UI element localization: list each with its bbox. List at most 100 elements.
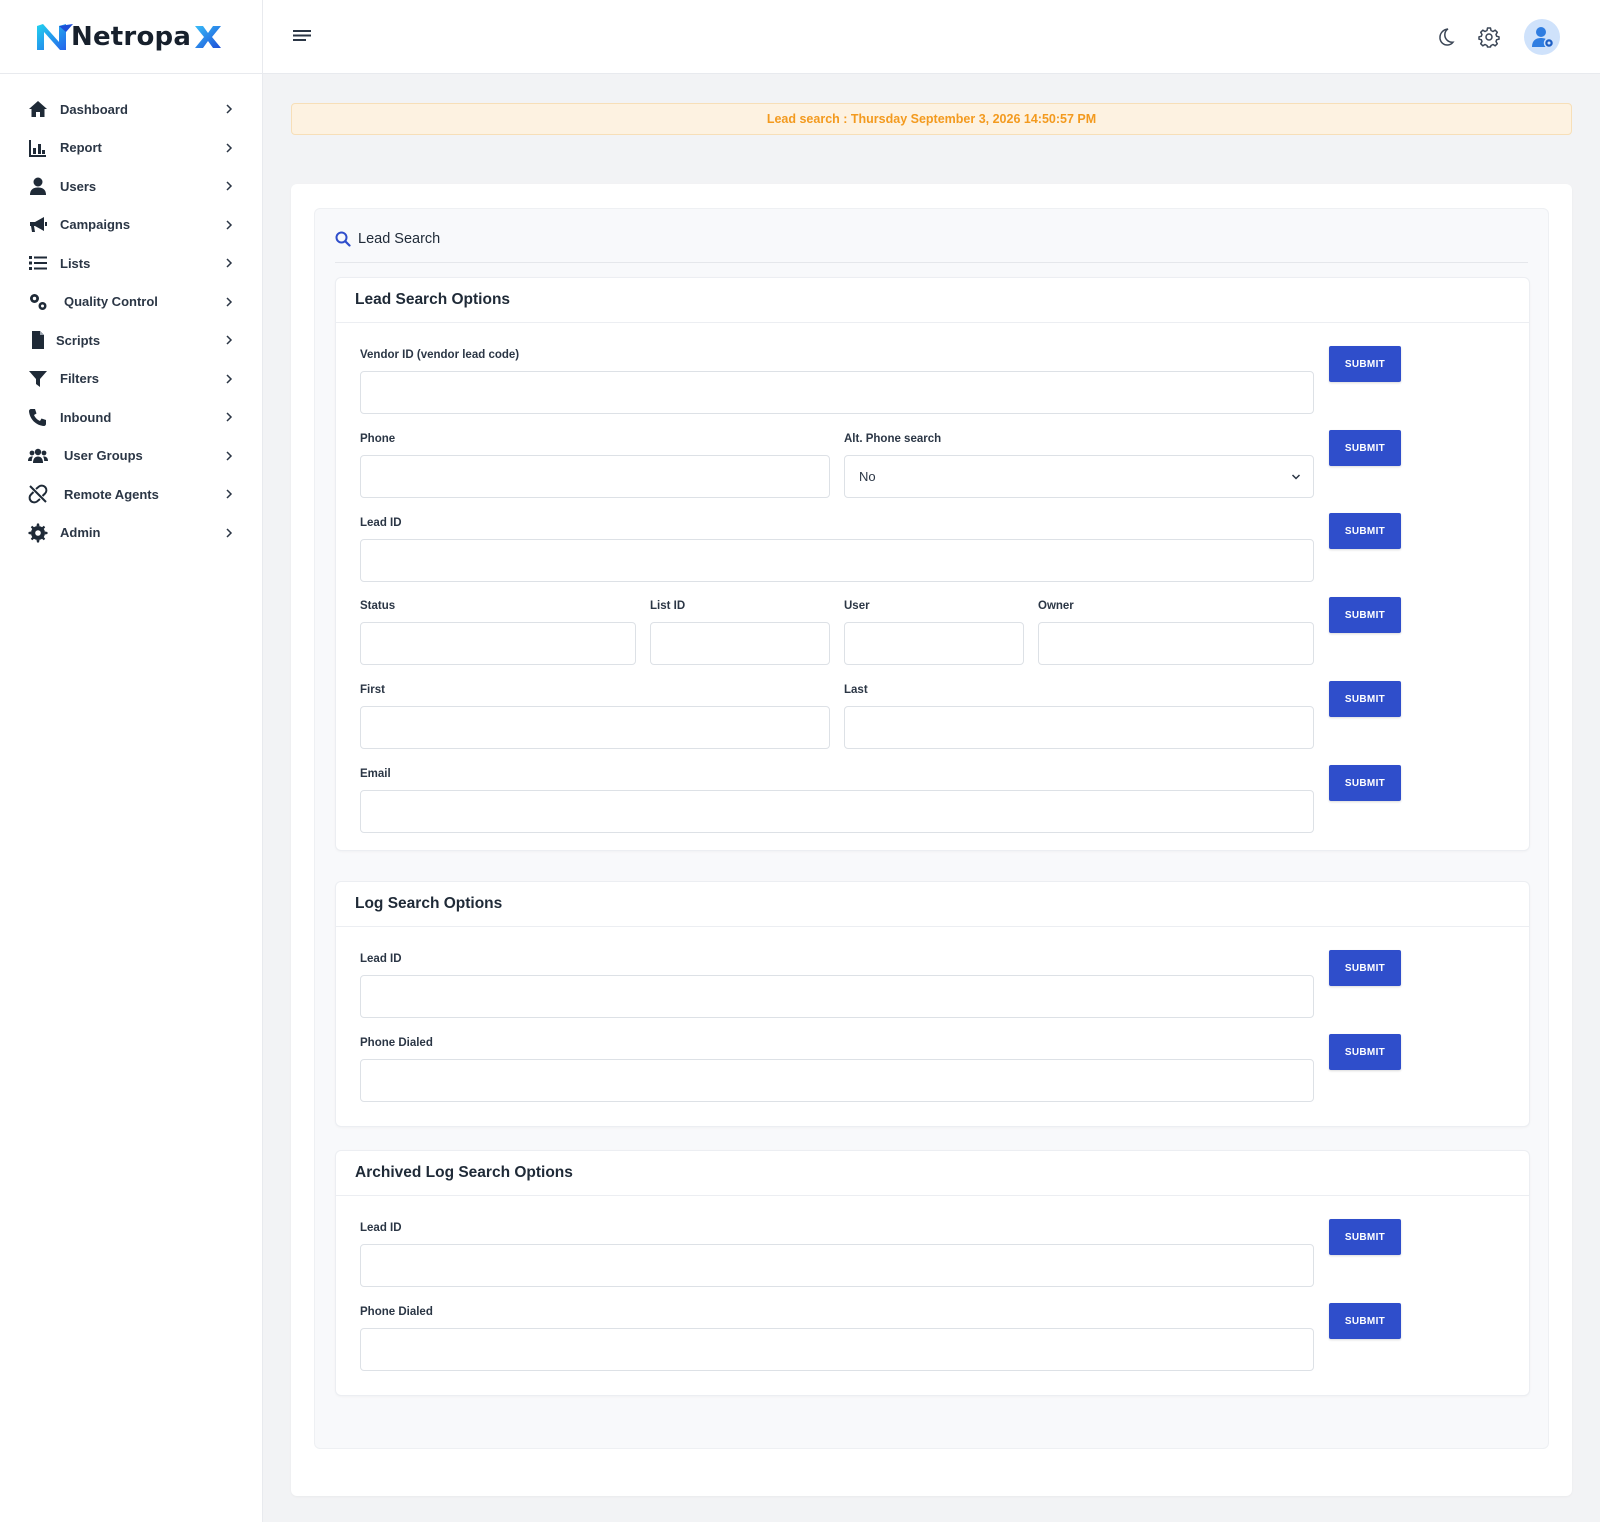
status-label: Status [360, 600, 396, 612]
logo[interactable]: Netropa [0, 0, 262, 74]
sidebar-item-label: Filters [60, 371, 100, 387]
phone-icon [28, 407, 48, 427]
vendor-id-label: Vendor ID (vendor lead code) [360, 349, 520, 361]
section-title: Archived Log Search Options [336, 1151, 1529, 1196]
cogs-icon [28, 292, 48, 312]
home-icon [28, 99, 48, 119]
user-input[interactable] [844, 622, 1024, 665]
list-id-input[interactable] [650, 622, 830, 665]
archived-log-search-options-section: Archived Log Search Options Lead ID SUBM… [335, 1150, 1530, 1396]
archived-phone-dialed-submit-button[interactable]: SUBMIT [1329, 1303, 1401, 1339]
archived-lead-id-submit-button[interactable]: SUBMIT [1329, 1219, 1401, 1255]
chevron-right-icon [226, 181, 233, 191]
sidebar-item-label: Dashboard [60, 101, 128, 117]
archived-lead-id-input[interactable] [360, 1244, 1314, 1287]
lead-id-input[interactable] [360, 539, 1314, 582]
list-id-label: List ID [650, 600, 686, 612]
chevron-right-icon [226, 489, 233, 499]
lead-id-submit-button[interactable]: SUBMIT [1329, 513, 1401, 549]
sidebar-item-label: Quality Control [64, 294, 158, 310]
list-icon [28, 253, 48, 273]
name-submit-button[interactable]: SUBMIT [1329, 681, 1401, 717]
phone-submit-button[interactable]: SUBMIT [1329, 430, 1401, 466]
gear-icon [28, 523, 48, 543]
sidebar-item-label: Report [60, 140, 102, 156]
megaphone-icon [28, 215, 48, 235]
filter-icon [28, 369, 48, 389]
sidebar-item-users[interactable]: Users [0, 167, 262, 206]
sidebar-item-user-groups[interactable]: User Groups [0, 437, 262, 476]
last-name-input[interactable] [844, 706, 1314, 749]
sidebar-item-label: Scripts [56, 332, 101, 348]
logo-mark-icon [37, 23, 73, 50]
status-submit-button[interactable]: SUBMIT [1329, 597, 1401, 633]
chevron-right-icon [226, 451, 233, 461]
search-icon [335, 231, 351, 247]
chevron-right-icon [226, 104, 233, 114]
chevron-right-icon [226, 143, 233, 153]
moon-icon[interactable] [1434, 26, 1456, 48]
settings-icon[interactable] [1478, 26, 1500, 48]
email-input[interactable] [360, 790, 1314, 833]
vendor-id-input[interactable] [360, 371, 1314, 414]
divider [335, 262, 1528, 263]
section-title: Log Search Options [336, 882, 1529, 927]
unlink-icon [28, 484, 48, 504]
first-name-input[interactable] [360, 706, 830, 749]
email-submit-button[interactable]: SUBMIT [1329, 765, 1401, 801]
sidebar-item-dashboard[interactable]: Dashboard [0, 90, 262, 129]
logo-text: Netropa [71, 21, 192, 52]
sidebar-item-label: Campaigns [60, 217, 131, 233]
chevron-right-icon [226, 528, 233, 538]
lead-search-panel: Lead Search Lead Search Options Vendor I… [314, 208, 1549, 1449]
sidebar-item-report[interactable]: Report [0, 129, 262, 168]
sidebar: Netropa Dashboard Report Users Campaigns… [0, 0, 263, 1522]
chevron-right-icon [226, 297, 233, 307]
archived-phone-dialed-input[interactable] [360, 1328, 1314, 1371]
sidebar-item-quality-control[interactable]: Quality Control [0, 283, 262, 322]
log-lead-id-input[interactable] [360, 975, 1314, 1018]
users-icon [28, 446, 48, 466]
chevron-right-icon [226, 374, 233, 384]
sidebar-item-admin[interactable]: Admin [0, 514, 262, 553]
avatar[interactable] [1524, 19, 1560, 55]
owner-label: Owner [1038, 600, 1074, 612]
chevron-right-icon [226, 220, 233, 230]
alt-phone-select[interactable]: No [844, 455, 1314, 498]
email-label: Email [360, 768, 391, 780]
panel-title-text: Lead Search [358, 231, 441, 247]
lead-search-options-section: Lead Search Options Vendor ID (vendor le… [335, 277, 1530, 851]
first-name-label: First [360, 684, 385, 696]
sidebar-item-scripts[interactable]: Scripts [0, 321, 262, 360]
log-search-options-section: Log Search Options Lead ID SUBMIT Phone … [335, 881, 1530, 1127]
sidebar-item-label: Admin [60, 525, 101, 541]
user-icon [28, 176, 48, 196]
owner-input[interactable] [1038, 622, 1314, 665]
user-avatar-icon [1532, 27, 1555, 49]
sidebar-item-campaigns[interactable]: Campaigns [0, 206, 262, 245]
log-phone-dialed-submit-button[interactable]: SUBMIT [1329, 1034, 1401, 1070]
sidebar-item-label: Lists [60, 255, 91, 271]
status-input[interactable] [360, 622, 636, 665]
main-card: Lead Search Lead Search Options Vendor I… [291, 184, 1572, 1496]
chevron-right-icon [226, 335, 233, 345]
vendor-id-submit-button[interactable]: SUBMIT [1329, 346, 1401, 382]
alt-phone-value: No [859, 469, 876, 484]
sidebar-item-filters[interactable]: Filters [0, 360, 262, 399]
sidebar-item-label: Remote Agents [64, 486, 159, 502]
phone-input[interactable] [360, 455, 830, 498]
sidebar-item-label: Inbound [60, 409, 112, 425]
chevron-right-icon [226, 258, 233, 268]
sidebar-item-inbound[interactable]: Inbound [0, 398, 262, 437]
archived-phone-dialed-label: Phone Dialed [360, 1306, 433, 1318]
lead-search-alert: Lead search : Thursday September 3, 2026… [291, 103, 1572, 135]
sidebar-item-lists[interactable]: Lists [0, 244, 262, 283]
alt-phone-label: Alt. Phone search [844, 433, 942, 445]
log-phone-dialed-input[interactable] [360, 1059, 1314, 1102]
file-icon [28, 330, 48, 350]
sidebar-item-remote-agents[interactable]: Remote Agents [0, 475, 262, 514]
user-label: User [844, 600, 870, 612]
log-lead-id-submit-button[interactable]: SUBMIT [1329, 950, 1401, 986]
topbar [263, 0, 1600, 74]
menu-toggle-icon[interactable] [291, 27, 313, 45]
